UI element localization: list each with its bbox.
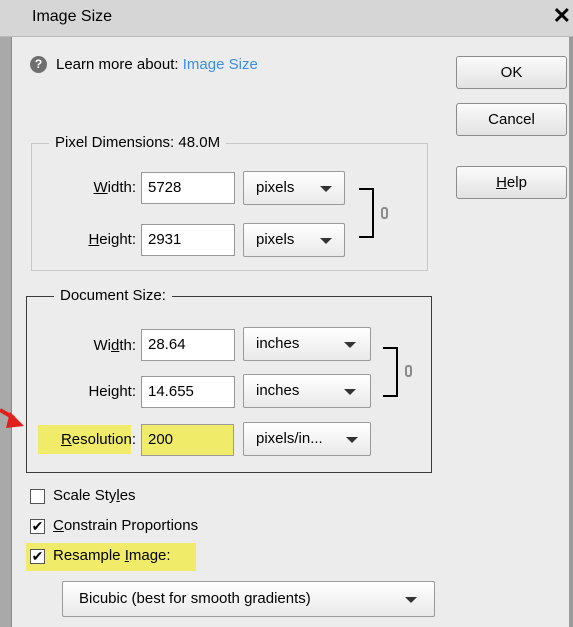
- chevron-down-icon: [320, 186, 332, 192]
- learn-more-label: Learn more about:: [56, 56, 179, 73]
- resample-image-checkbox[interactable]: ✔: [30, 549, 45, 564]
- red-arrow-annotation: [0, 408, 24, 428]
- resample-image-label: Resample Image:: [53, 547, 171, 564]
- chevron-down-icon: [344, 389, 356, 395]
- document-height-unit-select[interactable]: inches: [243, 374, 371, 408]
- pixel-dimensions-legend: Pixel Dimensions: 48.0M: [49, 134, 227, 151]
- cancel-button[interactable]: Cancel: [456, 103, 567, 136]
- pixel-width-input[interactable]: 5728: [141, 172, 235, 204]
- constrain-proportions-label: Constrain Proportions: [53, 517, 199, 534]
- resolution-input[interactable]: 200: [141, 424, 234, 456]
- chevron-down-icon: [346, 437, 358, 443]
- resample-method-select[interactable]: Bicubic (best for smooth gradients): [62, 581, 435, 617]
- help-button[interactable]: Help: [456, 166, 567, 199]
- background-strip: [0, 37, 12, 627]
- pixel-width-unit-select[interactable]: pixels: [243, 171, 345, 205]
- pixel-height-input[interactable]: 2931: [141, 224, 235, 256]
- pixel-height-unit-select[interactable]: pixels: [243, 223, 345, 257]
- chain-link-icon: [405, 365, 412, 377]
- document-width-input[interactable]: 28.64: [141, 329, 235, 361]
- chevron-down-icon: [320, 238, 332, 244]
- resolution-label: Resolution:: [60, 431, 136, 448]
- document-width-unit-select[interactable]: inches: [243, 327, 371, 361]
- learn-more: Learn more about: Image Size: [56, 56, 258, 73]
- document-size-legend: Document Size:: [54, 287, 172, 304]
- close-icon[interactable]: ✕: [553, 5, 571, 27]
- pixel-height-label: Height:: [88, 231, 136, 248]
- background-strip-right: [569, 37, 573, 627]
- scale-styles-label: Scale Styles: [53, 487, 136, 504]
- pixel-width-label: Width:: [93, 179, 136, 196]
- help-circle-icon: ?: [30, 56, 47, 73]
- ok-button[interactable]: OK: [456, 56, 567, 89]
- learn-more-link[interactable]: Image Size: [183, 56, 258, 73]
- chevron-down-icon: [344, 342, 356, 348]
- constrain-bracket-document: [383, 347, 398, 397]
- constrain-bracket: [359, 188, 374, 238]
- chevron-down-icon: [405, 597, 417, 603]
- chain-link-icon: [381, 207, 388, 219]
- document-height-input[interactable]: 14.655: [141, 376, 235, 408]
- scale-styles-checkbox[interactable]: [30, 489, 45, 504]
- resolution-unit-select[interactable]: pixels/in...: [243, 422, 371, 456]
- constrain-proportions-checkbox[interactable]: ✔: [30, 519, 45, 534]
- dialog-title: Image Size: [32, 8, 113, 25]
- title-bar: Image Size ✕: [0, 0, 573, 37]
- document-height-label: Height:: [88, 383, 136, 400]
- document-width-label: Width:: [93, 337, 136, 354]
